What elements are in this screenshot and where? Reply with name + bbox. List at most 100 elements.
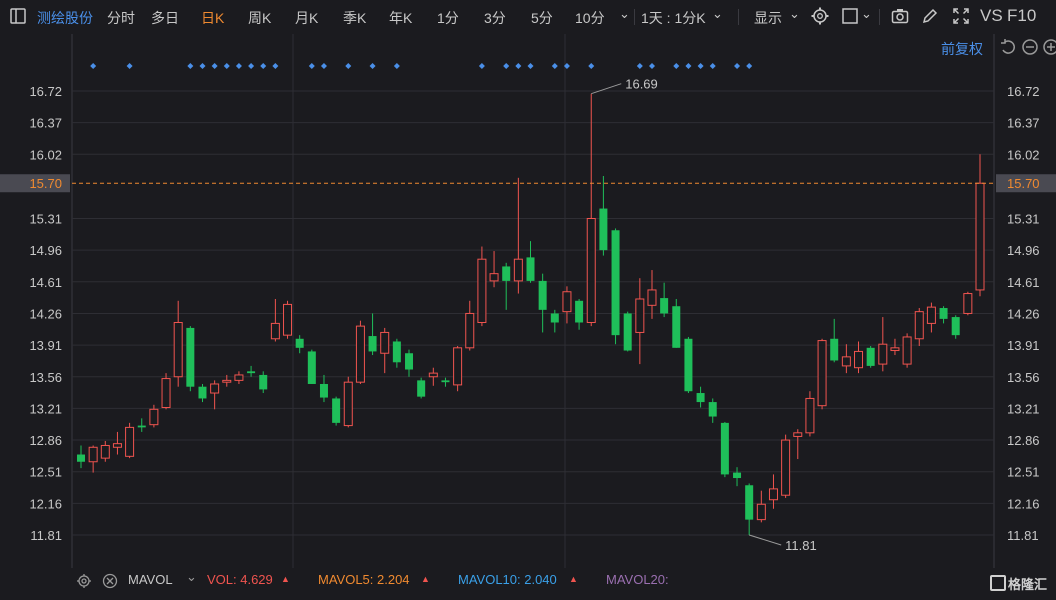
- period-tab-yearly[interactable]: 年K: [389, 8, 412, 28]
- display-chevron-icon[interactable]: ⌄: [789, 6, 800, 22]
- candle-body: [623, 313, 632, 351]
- candle-body: [526, 257, 535, 281]
- screenshot-camera-icon[interactable]: [890, 6, 910, 26]
- logo-text: 格隆汇: [1008, 577, 1048, 592]
- candle-body: [198, 386, 207, 399]
- candle-body: [307, 351, 316, 384]
- stock-name[interactable]: 测绘股份: [37, 8, 93, 28]
- candle-body: [781, 439, 791, 496]
- period-tab-multiday[interactable]: 多日: [151, 8, 179, 28]
- period-tab-1min[interactable]: 1分: [437, 8, 459, 28]
- candle-body: [660, 298, 669, 314]
- candle-body: [684, 338, 693, 392]
- layout-square-icon[interactable]: [840, 6, 860, 26]
- divider: [634, 9, 635, 25]
- candle-body: [453, 347, 463, 386]
- candle-body: [866, 347, 875, 366]
- period-tab-5min[interactable]: 5分: [531, 8, 553, 28]
- candle-body: [647, 289, 657, 306]
- indicator-name[interactable]: MAVOL: [128, 572, 173, 587]
- event-marker-icon: [685, 63, 692, 69]
- event-marker-icon: [369, 63, 376, 69]
- display-menu[interactable]: 显示: [754, 8, 782, 28]
- candlestick-chart[interactable]: 16.72 16.72 16.37 16.37 16.02 16.02 15.31 15.31…: [0, 34, 1056, 568]
- candle-body: [854, 350, 864, 369]
- event-marker-icon: [187, 63, 194, 69]
- event-marker-icon: [588, 63, 595, 69]
- high-price-annotation: 16.69: [625, 77, 658, 92]
- candle-body: [112, 443, 122, 448]
- event-marker-icon: [211, 63, 218, 69]
- y-tick-label-right: 12.16: [1007, 496, 1040, 511]
- y-tick-label-right: 14.26: [1007, 306, 1040, 321]
- indicator-close-icon[interactable]: [102, 573, 118, 589]
- volume-indicator-bar: MAVOL ⌄ VOL: 4.629 ▲ MAVOL5: 2.204 ▲ MAV…: [0, 568, 1056, 594]
- high-marker-line: [591, 83, 622, 95]
- candle-body: [210, 383, 220, 394]
- period-tab-weekly[interactable]: 周K: [248, 8, 271, 28]
- candle-body: [319, 383, 328, 398]
- draw-pencil-icon[interactable]: [920, 6, 940, 26]
- mavol20-value: MAVOL20:: [606, 572, 669, 587]
- period-tab-3min[interactable]: 3分: [484, 8, 506, 28]
- event-marker-icon: [272, 63, 279, 69]
- candle-body: [441, 380, 450, 383]
- event-marker-icon: [478, 63, 485, 69]
- event-marker-icon: [126, 63, 133, 69]
- y-tick-label-right: 13.56: [1007, 370, 1040, 385]
- candle-body: [77, 454, 85, 462]
- candle-body: [405, 353, 414, 370]
- candle-body: [161, 378, 171, 408]
- candle-body: [841, 356, 851, 367]
- indicator-settings-icon[interactable]: [76, 573, 92, 589]
- event-marker-icon: [636, 63, 643, 69]
- event-marker-icon: [345, 63, 352, 69]
- layout-chevron-icon[interactable]: ⌄: [861, 6, 872, 22]
- fullscreen-expand-icon[interactable]: [951, 6, 971, 26]
- event-marker-icon: [734, 63, 741, 69]
- vol-value: VOL: 4.629: [207, 572, 273, 587]
- candle-body: [234, 374, 244, 381]
- period-tab-intraday[interactable]: 分时: [107, 8, 135, 28]
- divider: [738, 9, 739, 25]
- period-tab-monthly[interactable]: 月K: [295, 8, 318, 28]
- interval-chevron-icon[interactable]: ⌄: [712, 6, 723, 22]
- y-tick-label-right: 16.37: [1007, 116, 1040, 131]
- candle-body: [963, 293, 973, 314]
- period-tab-10min[interactable]: 10分: [575, 8, 605, 28]
- vs-compare-button[interactable]: VS: [980, 6, 1003, 26]
- event-marker-icon: [551, 63, 558, 69]
- y-tick-label-right: 16.02: [1007, 147, 1040, 162]
- candle-body: [149, 408, 159, 426]
- candle-body: [417, 380, 426, 397]
- f10-button[interactable]: F10: [1007, 6, 1036, 26]
- event-marker-icon: [648, 63, 655, 69]
- candle-body: [368, 336, 377, 352]
- current-price-label-right: 15.70: [1007, 176, 1040, 191]
- y-tick-label-left: 14.61: [29, 275, 62, 290]
- event-marker-icon: [503, 63, 510, 69]
- period-more-chevron-icon[interactable]: ⌄: [619, 6, 630, 22]
- period-tab-daily[interactable]: 日K: [201, 8, 224, 28]
- candle-body: [562, 291, 572, 313]
- current-price-label-left: 15.70: [29, 176, 62, 191]
- candle-body: [173, 321, 183, 378]
- mavol10-up-arrow-icon: ▲: [569, 574, 578, 584]
- interval-selector[interactable]: 1天 : 1分K: [641, 8, 706, 28]
- vol-up-arrow-icon: ▲: [281, 574, 290, 584]
- event-marker-icon: [393, 63, 400, 69]
- y-tick-label-left: 16.72: [29, 84, 62, 99]
- low-marker-line: [749, 534, 782, 546]
- settings-gear-icon[interactable]: [810, 6, 830, 26]
- period-tab-quarterly[interactable]: 季K: [343, 8, 366, 28]
- indicator-chevron-icon[interactable]: ⌄: [186, 569, 197, 585]
- candle-body: [599, 208, 608, 251]
- event-marker-icon: [320, 63, 327, 69]
- sidebar-toggle-icon[interactable]: [8, 6, 28, 26]
- gelonghui-logo: 格隆汇: [990, 574, 1047, 593]
- candle-body: [926, 306, 936, 324]
- candle-body: [793, 432, 803, 437]
- y-tick-label-left: 12.51: [29, 465, 62, 480]
- y-tick-label-right: 12.86: [1007, 433, 1040, 448]
- candle-body: [283, 303, 293, 336]
